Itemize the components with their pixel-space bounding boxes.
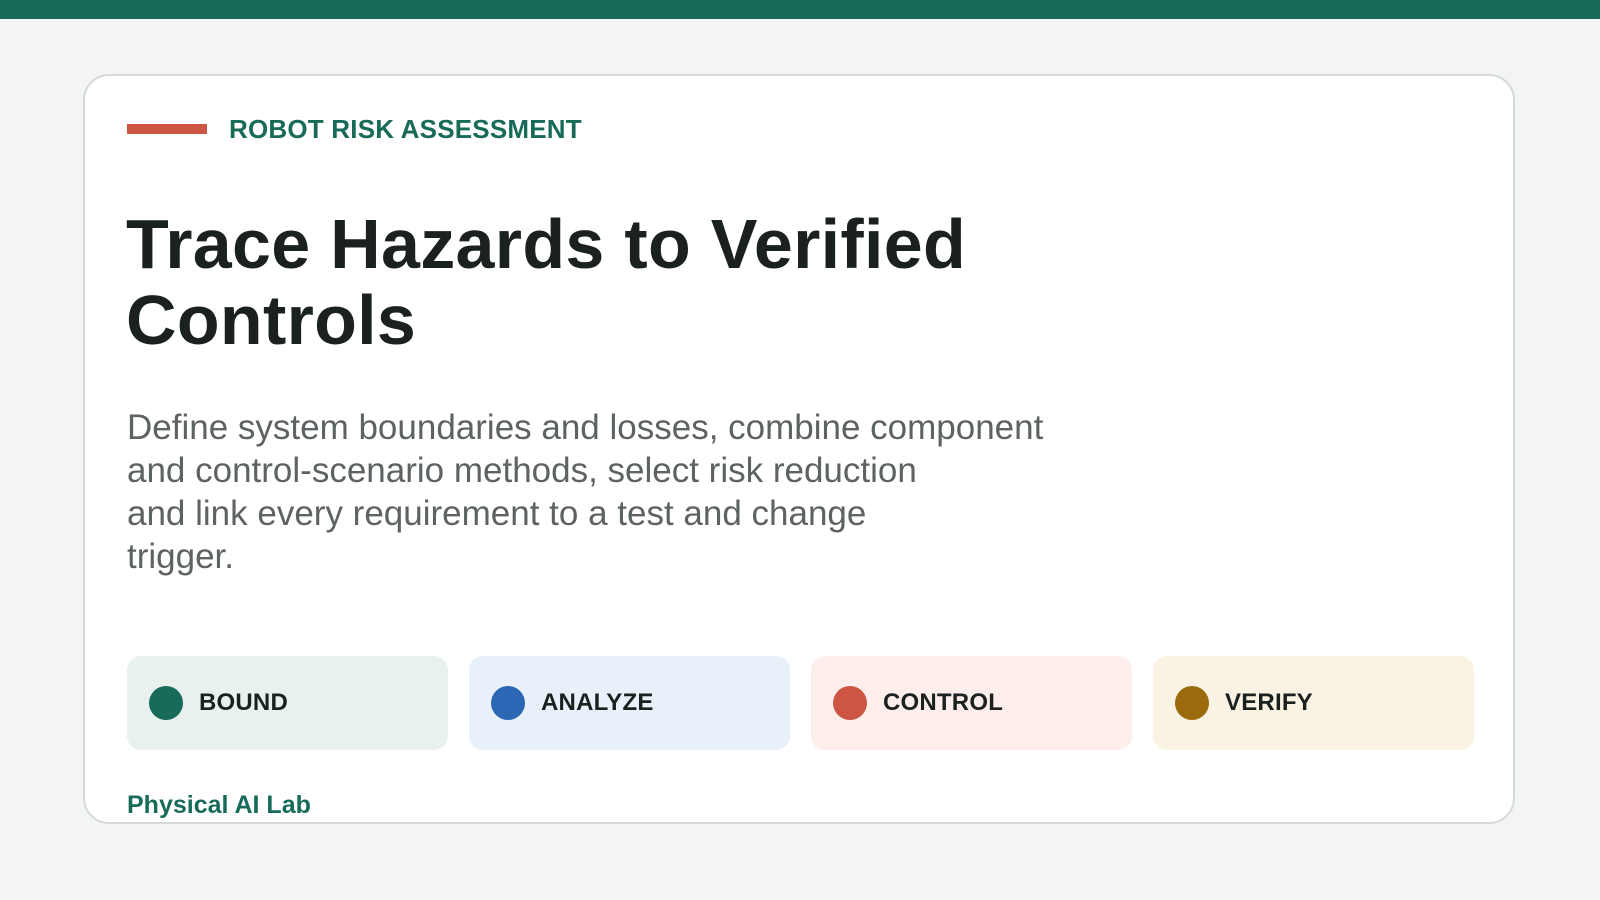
description-line-1: Define system boundaries and losses, com… — [127, 408, 1044, 447]
kicker-accent-bar — [127, 124, 207, 134]
description-line-2: and control-scenario methods, select ris… — [127, 451, 917, 490]
step-bound: BOUND — [127, 656, 448, 750]
description-line-3: and link every requirement to a test and… — [127, 494, 867, 533]
kicker-label: ROBOT RISK ASSESSMENT — [229, 114, 582, 144]
step-control: CONTROL — [811, 656, 1132, 750]
bound-dot-icon — [149, 686, 183, 720]
slide-card: ROBOT RISK ASSESSMENT Trace Hazards to V… — [83, 74, 1515, 824]
verify-dot-icon — [1175, 686, 1209, 720]
analyze-dot-icon — [491, 686, 525, 720]
step-verify: VERIFY — [1153, 656, 1474, 750]
title-line-1: Trace Hazards to Verified — [126, 205, 967, 283]
description: Define system boundaries and losses, com… — [127, 406, 1137, 578]
description-line-4: trigger. — [127, 537, 234, 576]
step-label: BOUND — [199, 689, 288, 716]
step-label: ANALYZE — [541, 689, 654, 716]
step-analyze: ANALYZE — [469, 656, 790, 750]
kicker: ROBOT RISK ASSESSMENT — [127, 114, 582, 144]
control-dot-icon — [833, 686, 867, 720]
step-label: CONTROL — [883, 689, 1004, 716]
title-line-2: Controls — [126, 281, 417, 359]
page-title: Trace Hazards to Verified Controls — [126, 206, 1126, 358]
step-label: VERIFY — [1225, 689, 1313, 716]
footer-org: Physical AI Lab — [127, 791, 311, 819]
top-accent-bar — [0, 0, 1600, 19]
step-list: BOUND ANALYZE CONTROL VERIFY — [127, 656, 1474, 750]
